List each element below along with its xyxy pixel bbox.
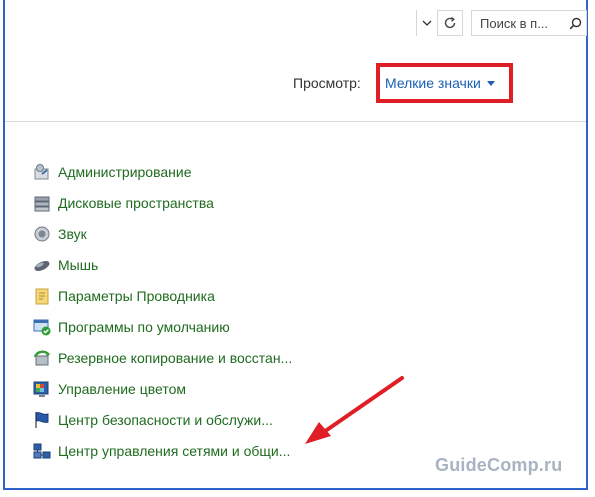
refresh-icon	[444, 16, 456, 29]
default-programs-icon	[33, 318, 51, 336]
folder-options-icon	[33, 287, 51, 305]
security-center-flag-icon	[33, 411, 51, 429]
search-input[interactable]: Поиск в п...	[471, 10, 587, 36]
list-item-color-management[interactable]: Управление цветом	[33, 373, 292, 404]
divider	[5, 121, 586, 122]
backup-icon	[33, 349, 51, 367]
refresh-button[interactable]	[437, 10, 463, 36]
list-item-label: Дисковые пространства	[58, 194, 214, 211]
list-item-label: Управление цветом	[58, 380, 187, 397]
list-item-label: Резервное копирование и восстан...	[58, 349, 293, 366]
list-item-folder-options[interactable]: Параметры Проводника	[33, 280, 292, 311]
view-by-value: Мелкие значки	[385, 75, 481, 91]
control-panel-items-list: Администрирование Дисковые пространства …	[33, 156, 292, 466]
view-by-label: Просмотр:	[293, 75, 361, 91]
network-center-icon	[33, 442, 51, 460]
search-icon[interactable]	[564, 17, 586, 30]
list-item-admin-tools[interactable]: Администрирование	[33, 156, 292, 187]
address-bar[interactable]	[5, 10, 417, 36]
list-item-default-programs[interactable]: Программы по умолчанию	[33, 311, 292, 342]
list-item-label: Администрирование	[58, 163, 192, 180]
red-pointer-arrow	[305, 376, 404, 444]
speaker-icon	[33, 225, 51, 243]
list-item-label: Звук	[58, 225, 87, 242]
list-item-label: Программы по умолчанию	[58, 318, 230, 335]
control-panel-window: Поиск в п... Просмотр: Мелкие значки Адм…	[3, 0, 588, 490]
list-item-network-center[interactable]: Центр управления сетями и общи...	[33, 435, 292, 466]
list-item-storage-spaces[interactable]: Дисковые пространства	[33, 187, 292, 218]
list-item-sound[interactable]: Звук	[33, 218, 292, 249]
watermark: GuideComp.ru	[435, 455, 563, 475]
color-management-icon	[33, 380, 51, 398]
list-item-label: Мышь	[58, 256, 99, 273]
search-placeholder: Поиск в п...	[480, 15, 549, 31]
dropdown-caret-icon	[486, 80, 495, 86]
storage-spaces-icon	[33, 194, 51, 212]
address-dropdown-chevron-icon[interactable]	[417, 10, 437, 36]
list-item-security-center[interactable]: Центр безопасности и обслужи...	[33, 404, 292, 435]
list-item-label: Центр управления сетями и общи...	[58, 442, 291, 459]
list-item-label: Параметры Проводника	[58, 287, 215, 304]
view-by-dropdown[interactable]: Мелкие значки	[376, 63, 513, 103]
list-item-label: Центр безопасности и обслужи...	[58, 411, 273, 428]
mouse-icon	[33, 256, 51, 274]
admin-tools-icon	[33, 163, 51, 181]
list-item-mouse[interactable]: Мышь	[33, 249, 292, 280]
list-item-backup[interactable]: Резервное копирование и восстан...	[33, 342, 292, 373]
